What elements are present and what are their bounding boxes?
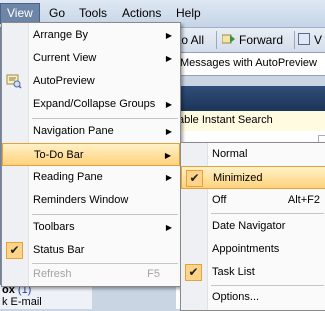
menu-item-label: Task List: [212, 266, 255, 278]
menu-item-arrange-by[interactable]: Arrange By ▶: [2, 24, 180, 47]
menu-item-reminders-window[interactable]: Reminders Window: [2, 189, 180, 212]
menu-item-off[interactable]: Off Alt+F2: [181, 189, 325, 212]
forward-button[interactable]: Forward: [239, 33, 283, 47]
instant-search-bar[interactable]: able Instant Search: [176, 111, 325, 132]
menu-item-label: Reminders Window: [33, 194, 129, 206]
menu-item-label: Date Navigator: [212, 220, 286, 232]
menu-item-normal[interactable]: Normal: [181, 143, 325, 166]
menu-item-label: Off: [212, 194, 227, 206]
submenu-arrow-icon: ▶: [165, 223, 172, 232]
checkmark-icon: ✔: [186, 170, 203, 187]
menu-item-expand-collapse-groups[interactable]: Expand/Collapse Groups ▶: [2, 93, 180, 116]
menu-item-options[interactable]: Options...: [181, 286, 325, 309]
menu-separator: [32, 214, 178, 215]
menu-item-to-do-bar[interactable]: To-Do Bar ▶: [2, 143, 180, 166]
navigation-pane: ox (1) k E-mail: [0, 284, 92, 309]
submenu-arrow-icon: ▶: [165, 127, 172, 136]
menu-separator: [211, 213, 324, 214]
menu-item-label: Toolbars: [33, 221, 75, 233]
menu-item-autopreview[interactable]: AutoPreview: [2, 70, 180, 93]
menu-item-label: Options...: [212, 291, 260, 303]
menu-item-minimized[interactable]: ✔ Minimized: [181, 166, 325, 189]
folder-header-band: [176, 86, 325, 111]
menu-item-status-bar[interactable]: ✔ Status Bar: [2, 239, 180, 262]
menu-item-reading-pane[interactable]: Reading Pane ▶: [2, 166, 180, 189]
view-menu: Arrange By ▶ Current View ▶ AutoPreview …: [1, 22, 181, 287]
submenu-arrow-icon: ▶: [164, 151, 171, 160]
menu-item-current-view[interactable]: Current View ▶: [2, 47, 180, 70]
submenu-arrow-icon: ▶: [165, 173, 172, 182]
view-name-text: Messages with AutoPreview: [180, 57, 317, 69]
menu-help[interactable]: Help: [176, 6, 201, 20]
menu-item-label: To-Do Bar: [34, 149, 84, 161]
toolbar-extra-label: V: [314, 33, 323, 47]
menu-item-task-list[interactable]: ✔ Task List: [181, 261, 325, 284]
toolbar-separator: [294, 31, 295, 49]
menu-item-shortcut: F5: [147, 268, 160, 280]
forward-icon[interactable]: [221, 33, 236, 48]
menu-help-label: Help: [176, 6, 201, 20]
standard-toolbar: to All Forward V: [176, 28, 325, 52]
menu-item-label: AutoPreview: [33, 75, 95, 87]
nav-item-junk[interactable]: k E-mail: [2, 296, 42, 308]
menu-item-toolbars[interactable]: Toolbars ▶: [2, 216, 180, 239]
toolbar-extra-icon[interactable]: [298, 33, 310, 48]
menu-item-label: Normal: [212, 148, 248, 160]
menu-tools[interactable]: Tools: [79, 6, 107, 20]
menu-item-label: Navigation Pane: [33, 125, 114, 137]
menu-item-label: Arrange By: [33, 29, 89, 41]
menu-view[interactable]: View: [0, 3, 40, 24]
nav-item-junk-label: k E-mail: [2, 296, 42, 308]
submenu-arrow-icon: ▶: [165, 54, 172, 63]
menu-item-label: Minimized: [213, 172, 263, 184]
menu-actions[interactable]: Actions: [122, 6, 161, 20]
reply-all-button[interactable]: to All: [178, 33, 204, 47]
menu-go-label: Go: [49, 6, 66, 20]
menu-item-label: Appointments: [212, 243, 280, 255]
menu-actions-label: Actions: [122, 6, 162, 20]
submenu-arrow-icon: ▶: [165, 31, 172, 40]
menu-tools-label: Tools: [79, 6, 108, 20]
checkmark-icon: ✔: [6, 242, 23, 259]
toolbar-separator: [216, 31, 217, 49]
menu-view-label: View: [7, 6, 33, 20]
to-do-bar-submenu: Normal ✔ Minimized Off Alt+F2 Date Navig…: [180, 142, 325, 311]
checkmark-icon: ✔: [185, 264, 202, 281]
view-name-strip: Messages with AutoPreview: [176, 52, 325, 76]
menu-item-appointments[interactable]: Appointments: [181, 238, 325, 261]
menu-item-refresh[interactable]: Refresh F5: [2, 263, 180, 286]
menu-item-shortcut: Alt+F2: [287, 194, 320, 206]
menu-item-label: Current View: [33, 52, 97, 64]
instant-search-text: able Instant Search: [178, 114, 273, 126]
menu-item-navigation-pane[interactable]: Navigation Pane ▶: [2, 120, 180, 143]
menu-item-label: Expand/Collapse Groups: [33, 98, 156, 110]
menu-separator: [32, 118, 178, 119]
menu-go[interactable]: Go: [49, 6, 65, 20]
autopreview-icon: [6, 73, 22, 89]
menu-item-label: Reading Pane: [33, 171, 103, 183]
menu-item-label: Status Bar: [33, 244, 85, 256]
submenu-arrow-icon: ▶: [165, 100, 172, 109]
menu-item-date-navigator[interactable]: Date Navigator: [181, 215, 325, 238]
menu-item-label: Refresh: [33, 268, 72, 280]
